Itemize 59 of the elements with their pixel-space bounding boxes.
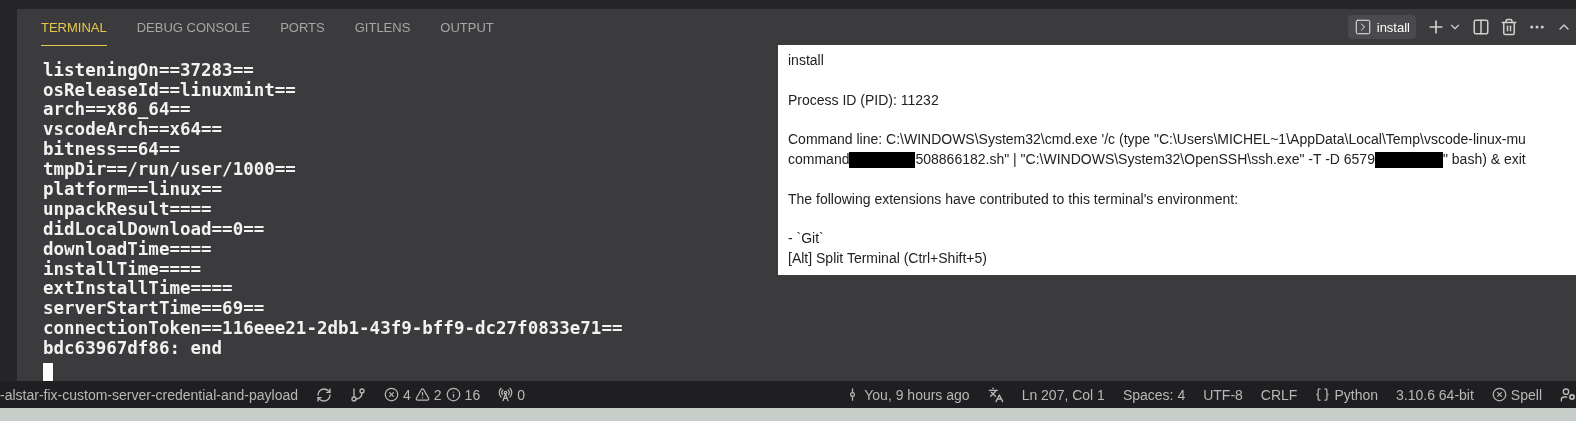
process-id: Process ID (PID): 11232 [788,90,940,110]
terminal-line: osReleaseId==linuxmint== [43,80,296,101]
command-text: 508866182.sh" | "C:\WINDOWS\System32\OpenSSH\ssh.exe" -T -D 6579 [915,150,1375,169]
trash-icon[interactable] [1500,18,1518,37]
redaction-block [849,151,916,168]
terminal-instance-button[interactable]: install [1347,15,1416,40]
redaction-block [1374,151,1443,168]
terminal-icon [1353,18,1372,37]
command-line: Command line: C:\WINDOWS\System32\cmd.exe '/c (type "C:\Users\MICHEL~1\AppData\Local\Temp\vscode-linux-mu [788,130,1527,150]
branch-name[interactable]: -alstar-fix-custom-server-credential-and-payload [0,386,298,403]
extension-item: - `Git` [788,229,825,249]
terminal-line: arch==x86_64== [43,100,191,121]
account-icon[interactable] [1560,386,1576,403]
command-text: " bash) & exit [1442,150,1526,169]
info-count[interactable]: 16 [464,386,481,403]
panel-tab[interactable]: GITLENS [354,9,411,46]
terminal-line: vscodeArch==x64== [43,120,223,140]
terminal-line: unpackResult==== [43,199,212,220]
spell-check[interactable]: Spell [1510,386,1542,403]
terminal-line: extInstallTime==== [43,279,233,299]
line-ending[interactable]: CRLF [1260,386,1298,403]
terminal-line: bdc63967df86: end [43,339,223,359]
cursor-position[interactable]: Ln 207, Col 1 [1021,386,1105,403]
terminal-line: tmpDir==/run/user/1000== [43,160,296,180]
antenna-icon [498,387,514,402]
error-icon [384,387,399,402]
indentation[interactable]: Spaces: 4 [1122,386,1186,403]
panel-tab[interactable]: TERMINAL [41,9,107,46]
warning-count[interactable]: 2 [433,386,442,403]
warning-icon [414,387,430,402]
spell-icon [1491,387,1507,402]
panel-tab[interactable]: OUTPUT [440,9,494,46]
terminal-line: downloadTime==== [43,239,212,260]
panel-tab[interactable]: PORTS [280,9,325,46]
source-control-icon[interactable] [350,386,366,403]
blame-info[interactable]: You, 9 hours ago [864,386,970,403]
interpreter-version[interactable]: 3.10.6 64-bit [1396,386,1474,403]
extensions-note: The following extensions have contributed to this terminal's environment: [788,189,1240,209]
encoding[interactable]: UTF-8 [1203,386,1243,403]
terminal-line: connectionToken==116eee21-2db1-43f9-bff9-dc27f0833e71== [43,319,623,340]
terminal-line: serverStartTime==69== [43,299,265,319]
terminal-line: installTime==== [43,259,202,279]
ports-count[interactable]: 0 [517,386,525,403]
split-hint: [Alt] Split Terminal (Ctrl+Shift+5) [788,248,988,268]
terminal-cursor [43,363,53,381]
terminal-line: bitness==64== [43,140,180,160]
language-mode[interactable]: Python [1334,386,1378,403]
translate-icon[interactable] [987,386,1004,403]
popup-title: install [788,51,825,70]
split-icon[interactable] [1472,18,1490,37]
error-count[interactable]: 4 [403,386,411,403]
braces-icon [1315,387,1331,402]
terminal-line: platform==linux== [43,180,223,200]
info-icon [445,387,461,402]
sync-icon[interactable] [316,386,332,403]
command-text: command [788,150,850,169]
terminal-line: listeningOn==37283== [43,60,254,81]
terminal-line: didLocalDownload==0== [43,219,265,240]
panel-tab[interactable]: DEBUG CONSOLE [136,9,251,46]
